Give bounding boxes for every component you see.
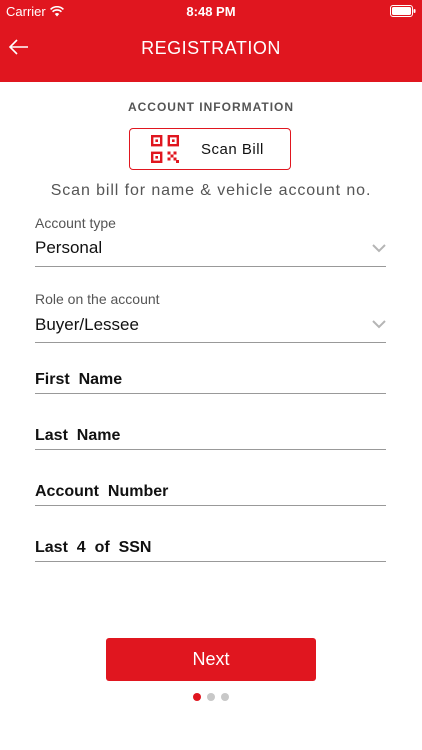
app-header: Carrier 8:48 PM REGISTRATION	[0, 0, 422, 82]
scan-bill-button[interactable]: Scan Bill	[129, 128, 291, 170]
first-name-input[interactable]	[35, 358, 386, 393]
nav-bar: REGISTRATION	[0, 26, 422, 72]
role-value: Buyer/Lessee	[35, 315, 139, 334]
chevron-down-icon	[372, 320, 386, 329]
role-select[interactable]: Role on the account Buyer/Lessee	[35, 291, 386, 343]
ssn-input[interactable]	[35, 526, 386, 561]
first-name-field-wrap	[35, 358, 386, 394]
page-dot-3[interactable]	[221, 693, 229, 701]
chevron-down-icon	[372, 244, 386, 253]
account-number-input[interactable]	[35, 470, 386, 505]
next-button[interactable]: Next	[106, 638, 316, 681]
page-indicator	[0, 693, 422, 701]
last-name-input[interactable]	[35, 414, 386, 449]
battery-icon	[390, 5, 416, 20]
role-label: Role on the account	[35, 291, 160, 307]
account-number-field-wrap	[35, 470, 386, 506]
page-title: REGISTRATION	[141, 38, 281, 58]
status-bar: Carrier 8:48 PM	[0, 0, 422, 22]
account-type-value: Personal	[35, 238, 103, 257]
scan-bill-label: Scan Bill	[201, 140, 264, 158]
last-name-field-wrap	[35, 414, 386, 450]
scan-hint-text: Scan bill for name & vehicle account no.	[50, 182, 372, 199]
ssn-field-wrap	[35, 526, 386, 562]
page-dot-2[interactable]	[207, 693, 215, 701]
section-title: ACCOUNT INFORMATION	[127, 100, 295, 114]
page-dot-1[interactable]	[193, 693, 201, 701]
account-type-select[interactable]: Account type Personal	[35, 215, 386, 267]
qr-code-icon	[151, 135, 179, 163]
account-type-label: Account type	[35, 215, 116, 231]
clock: 8:48 PM	[186, 4, 236, 19]
